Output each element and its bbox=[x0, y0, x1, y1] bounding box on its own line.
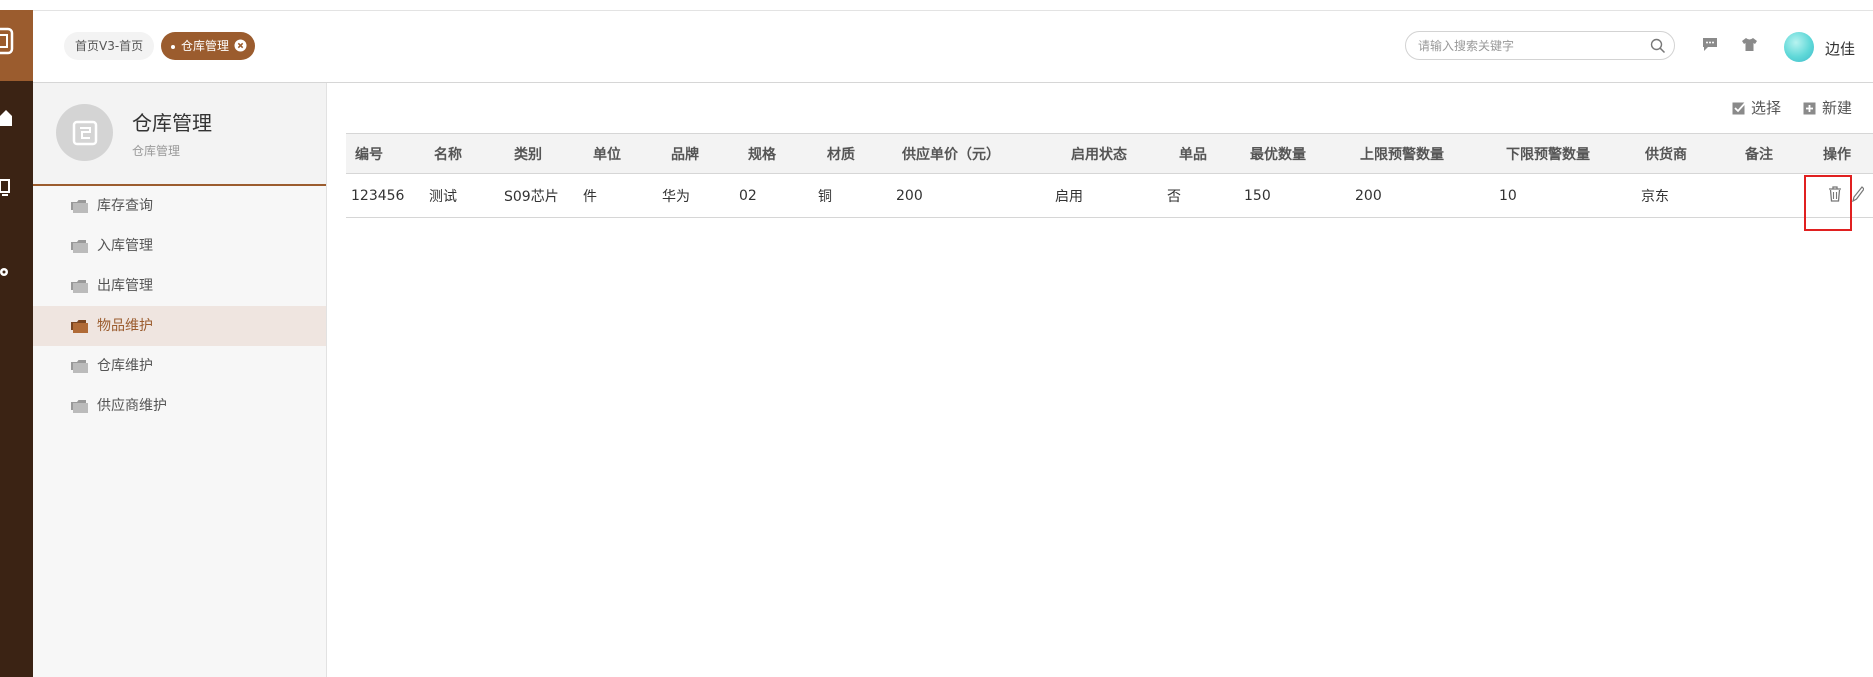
close-icon[interactable] bbox=[234, 39, 247, 52]
column-header[interactable]: 材质 bbox=[815, 134, 893, 174]
cell-lower-alert: 10 bbox=[1499, 187, 1517, 204]
message-icon[interactable] bbox=[1702, 37, 1718, 52]
new-button[interactable]: 新建 bbox=[1803, 97, 1852, 118]
cell-operations bbox=[1815, 174, 1873, 218]
tab-home[interactable]: 首页V3-首页 bbox=[64, 32, 155, 60]
cell-remark bbox=[1735, 174, 1815, 218]
folder-icon bbox=[71, 280, 88, 293]
column-header[interactable]: 品牌 bbox=[659, 134, 736, 174]
add-icon bbox=[1803, 102, 1816, 115]
warehouse-logo-icon bbox=[72, 120, 98, 146]
gear-icon[interactable] bbox=[0, 262, 12, 282]
sidebar-item-label: 入库管理 bbox=[97, 238, 153, 254]
module-title: 仓库管理 bbox=[132, 111, 212, 135]
search-input[interactable] bbox=[1418, 37, 1638, 54]
folder-icon bbox=[71, 320, 88, 333]
user-name[interactable]: 边佳 bbox=[1825, 38, 1855, 59]
side-menu: 仓库管理 仓库管理 库存查询 入库管理 出库管理 物品维护 仓库维护 供应商维护 bbox=[33, 83, 327, 677]
home-icon[interactable] bbox=[0, 108, 12, 128]
tab-home-label: 首页V3-首页 bbox=[75, 39, 144, 53]
sidebar-item-label: 库存查询 bbox=[97, 198, 153, 214]
cell-code: 123456 bbox=[351, 187, 405, 204]
logo-icon bbox=[0, 27, 14, 55]
tab-warehouse-label: 仓库管理 bbox=[181, 39, 230, 53]
edit-icon[interactable] bbox=[1852, 186, 1864, 202]
shirt-icon[interactable] bbox=[1741, 37, 1758, 52]
sidebar-item-label: 仓库维护 bbox=[97, 358, 153, 374]
sidebar-item-outbound[interactable]: 出库管理 bbox=[33, 266, 326, 306]
column-header[interactable]: 编号 bbox=[346, 134, 423, 174]
trash-icon[interactable] bbox=[1828, 186, 1842, 202]
column-header[interactable]: 单位 bbox=[580, 134, 659, 174]
column-header[interactable]: 供货商 bbox=[1638, 134, 1735, 174]
cell-material: 铜 bbox=[818, 188, 832, 205]
app-rail bbox=[0, 10, 33, 677]
sidebar-item-inbound[interactable]: 入库管理 bbox=[33, 226, 326, 266]
table-row[interactable]: 123456 测试 S09芯片 件 华为 02 铜 200 启用 否 150 2… bbox=[346, 174, 1873, 218]
cell-brand: 华为 bbox=[662, 188, 690, 205]
folder-icon bbox=[71, 360, 88, 373]
cell-upper-alert: 200 bbox=[1355, 187, 1382, 204]
column-header[interactable]: 类别 bbox=[501, 134, 580, 174]
cell-spec: 02 bbox=[739, 187, 757, 204]
sidebar-item-warehouse-maintenance[interactable]: 仓库维护 bbox=[33, 346, 326, 386]
side-menu-list: 库存查询 入库管理 出库管理 物品维护 仓库维护 供应商维护 bbox=[33, 186, 326, 426]
column-header[interactable]: 启用状态 bbox=[1052, 134, 1164, 174]
cell-single: 否 bbox=[1167, 188, 1181, 205]
sidebar-item-goods-maintenance[interactable]: 物品维护 bbox=[33, 306, 326, 346]
sidebar-item-inventory-query[interactable]: 库存查询 bbox=[33, 186, 326, 226]
checkbox-icon bbox=[1732, 101, 1747, 115]
tab-warehouse[interactable]: 仓库管理 bbox=[161, 32, 256, 60]
column-header[interactable]: 下限预警数量 bbox=[1496, 134, 1638, 174]
user-avatar[interactable] bbox=[1784, 32, 1814, 62]
cell-unit-price: 200 bbox=[896, 187, 923, 204]
sidebar-item-supplier-maintenance[interactable]: 供应商维护 bbox=[33, 386, 326, 426]
module-avatar bbox=[56, 104, 113, 161]
column-header[interactable]: 操作 bbox=[1815, 134, 1873, 174]
column-header[interactable]: 上限预警数量 bbox=[1352, 134, 1496, 174]
table-header-row: 编号 名称 类别 单位 品牌 规格 材质 供应单价（元） 启用状态 单品 最优数… bbox=[346, 133, 1873, 174]
search-box bbox=[1405, 31, 1675, 60]
sidebar-item-label: 供应商维护 bbox=[97, 398, 167, 414]
sidebar-item-label: 物品维护 bbox=[97, 318, 153, 334]
folder-icon bbox=[71, 400, 88, 413]
monitor-icon[interactable] bbox=[0, 178, 12, 198]
folder-icon bbox=[71, 200, 88, 213]
cell-unit: 件 bbox=[583, 188, 597, 205]
folder-icon bbox=[71, 240, 88, 253]
sidebar-item-label: 出库管理 bbox=[97, 278, 153, 294]
select-button[interactable]: 选择 bbox=[1732, 97, 1781, 118]
cell-optimal-qty: 150 bbox=[1244, 187, 1271, 204]
column-header[interactable]: 名称 bbox=[423, 134, 501, 174]
cell-supplier: 京东 bbox=[1641, 188, 1669, 205]
new-label: 新建 bbox=[1822, 99, 1853, 117]
cell-status: 启用 bbox=[1055, 188, 1083, 205]
select-label: 选择 bbox=[1751, 99, 1782, 117]
column-header[interactable]: 规格 bbox=[736, 134, 815, 174]
column-header[interactable]: 最优数量 bbox=[1241, 134, 1352, 174]
goods-table: 编号 名称 类别 单位 品牌 规格 材质 供应单价（元） 启用状态 单品 最优数… bbox=[346, 133, 1873, 218]
column-header[interactable]: 供应单价（元） bbox=[893, 134, 1052, 174]
side-menu-header: 仓库管理 仓库管理 bbox=[33, 83, 326, 186]
app-logo[interactable] bbox=[0, 10, 33, 81]
cell-name: 测试 bbox=[429, 188, 457, 205]
top-header: 首页V3-首页 仓库管理 边佳 bbox=[33, 11, 1873, 83]
column-header[interactable]: 单品 bbox=[1164, 134, 1241, 174]
active-dot-icon bbox=[171, 44, 175, 49]
cell-category: S09芯片 bbox=[504, 188, 559, 205]
search-icon[interactable] bbox=[1650, 38, 1666, 54]
module-subtitle: 仓库管理 bbox=[132, 144, 181, 158]
column-header[interactable]: 备注 bbox=[1735, 134, 1815, 174]
